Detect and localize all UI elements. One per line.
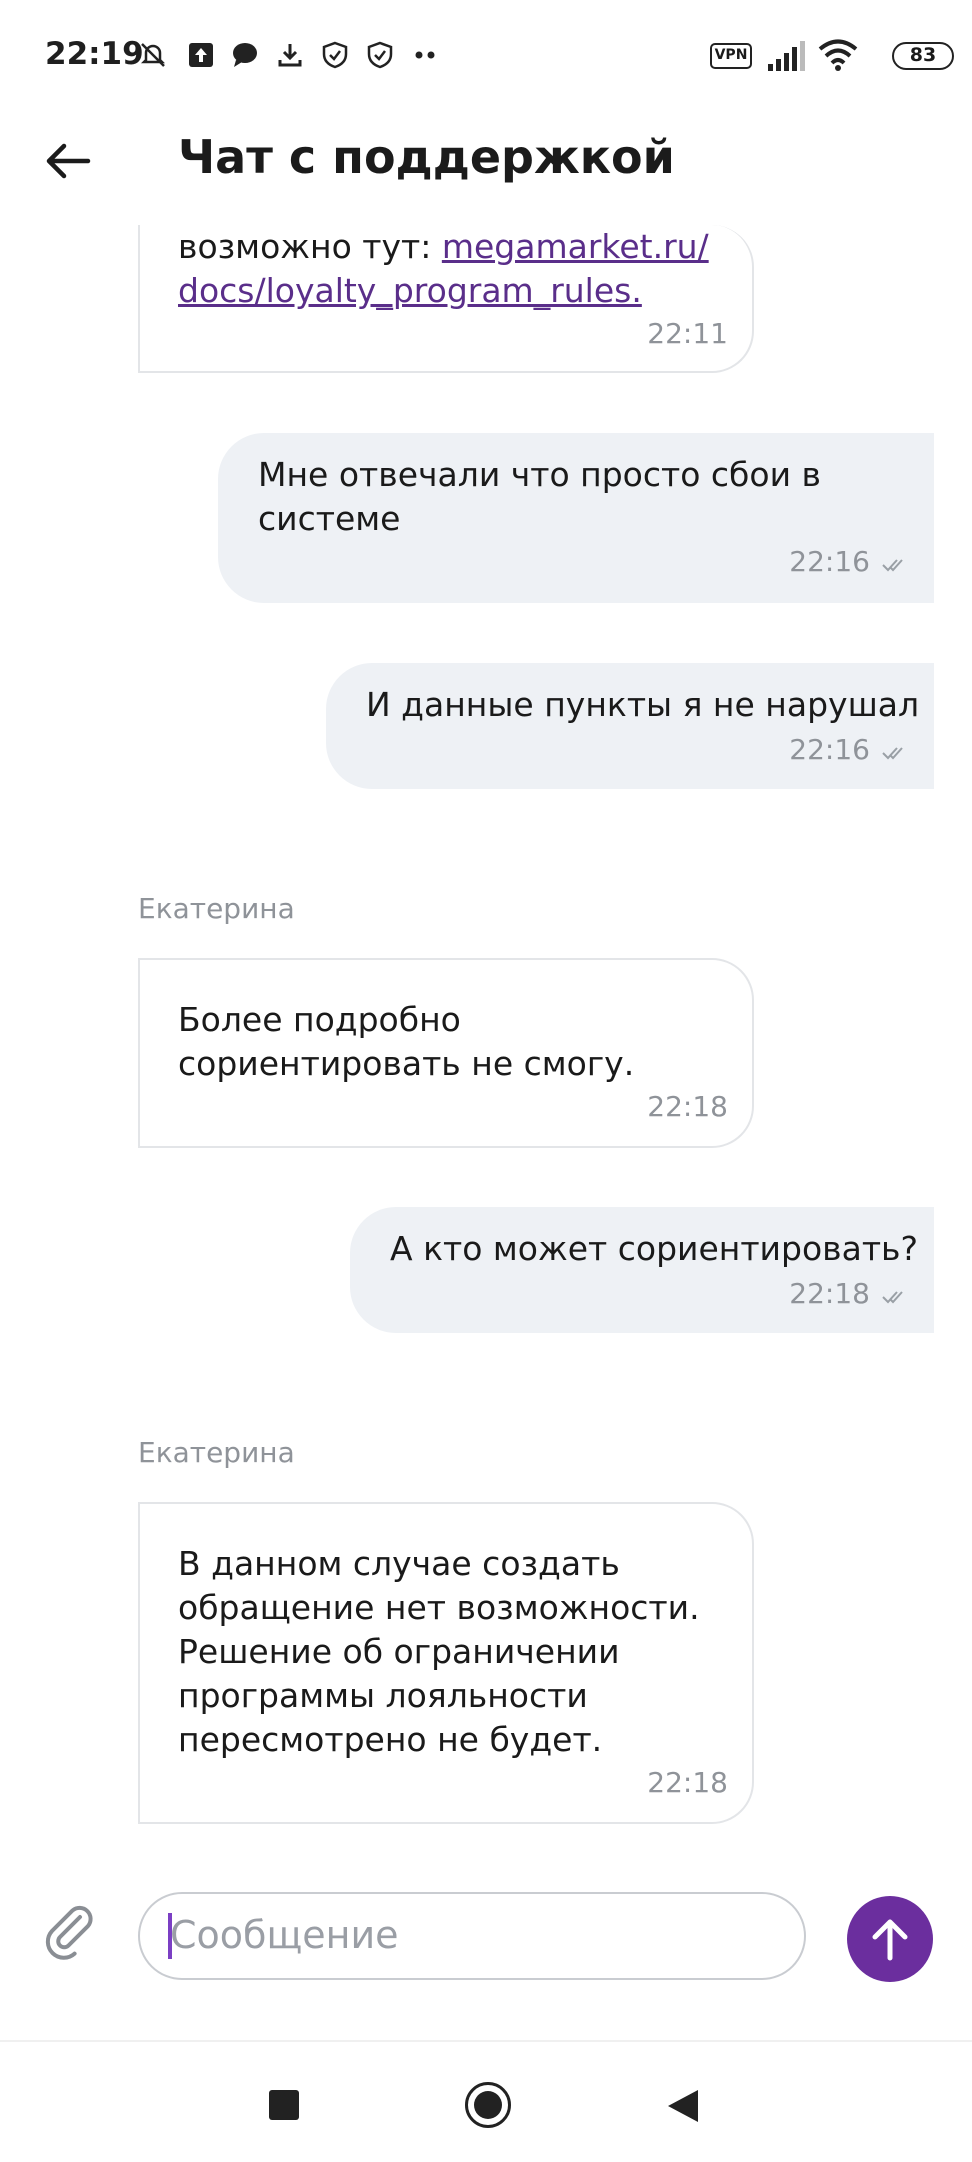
message-text: И данные пункты я не нарушал (366, 685, 920, 724)
rules-link-continued[interactable]: docs/loyalty_program_rules. (178, 271, 642, 310)
send-button[interactable] (847, 1896, 933, 1982)
paperclip-icon[interactable] (40, 1905, 98, 1963)
double-check-icon (882, 559, 903, 572)
incoming-message: Более подробно сориентировать не смогу. … (138, 958, 754, 1148)
outgoing-message: А кто может сориентировать? 22:18 (350, 1207, 934, 1333)
message-time: 22:16 (789, 733, 870, 766)
outgoing-message: Мне отвечали что просто сбои в системе 2… (218, 433, 934, 603)
upload-icon (189, 43, 213, 67)
status-time: 22:19 (45, 36, 144, 72)
message-time: 22:18 (647, 1766, 728, 1799)
muted-bell-icon (140, 43, 166, 67)
chat-bubble-icon (233, 43, 257, 67)
message-text: Более подробно сориентировать не смогу. (178, 1000, 635, 1083)
message-text: В данном случае создать обращение нет во… (178, 1544, 700, 1759)
battery-indicator: 83 (892, 42, 954, 70)
arrow-up-icon (872, 1919, 908, 1961)
wifi-icon (818, 39, 858, 71)
outgoing-message: И данные пункты я не нарушал 22:16 (326, 663, 934, 789)
sender-name: Екатерина (138, 1436, 295, 1469)
rules-link[interactable]: megamarket.ru/ (442, 227, 709, 266)
message-text: возможно тут: megamarket.ru/ docs/loyalt… (178, 227, 709, 310)
sender-name: Екатерина (138, 892, 295, 925)
status-bar: 22:19 VPN 83 (0, 0, 972, 110)
recent-apps-button[interactable] (269, 2090, 299, 2120)
message-input[interactable]: Сообщение (138, 1892, 806, 1980)
download-icon (278, 44, 302, 67)
incoming-message: В данном случае создать обращение нет во… (138, 1502, 754, 1824)
signal-icon (768, 41, 805, 71)
text-caret (168, 1913, 172, 1959)
more-dots-icon (415, 51, 435, 59)
shield-check-icon (367, 41, 393, 69)
message-time: 22:18 (789, 1277, 870, 1310)
back-arrow-icon[interactable] (42, 135, 94, 187)
message-time: 22:18 (647, 1090, 728, 1123)
incoming-message: возможно тут: megamarket.ru/ docs/loyalt… (138, 225, 754, 373)
home-dot (474, 2091, 502, 2119)
home-button[interactable] (465, 2082, 511, 2128)
vpn-badge: VPN (710, 43, 752, 69)
double-check-icon (882, 747, 903, 760)
shield-check-icon (322, 41, 348, 69)
double-check-icon (882, 1291, 903, 1304)
message-time: 22:11 (647, 317, 728, 350)
message-text: А кто может сориентировать? (390, 1229, 918, 1268)
system-nav-bar (0, 2040, 972, 2162)
page-title: Чат с поддержкой (178, 130, 675, 184)
message-time: 22:16 (789, 545, 870, 578)
back-triangle-icon[interactable] (666, 2088, 700, 2124)
message-text: Мне отвечали что просто сбои в системе (258, 455, 821, 538)
